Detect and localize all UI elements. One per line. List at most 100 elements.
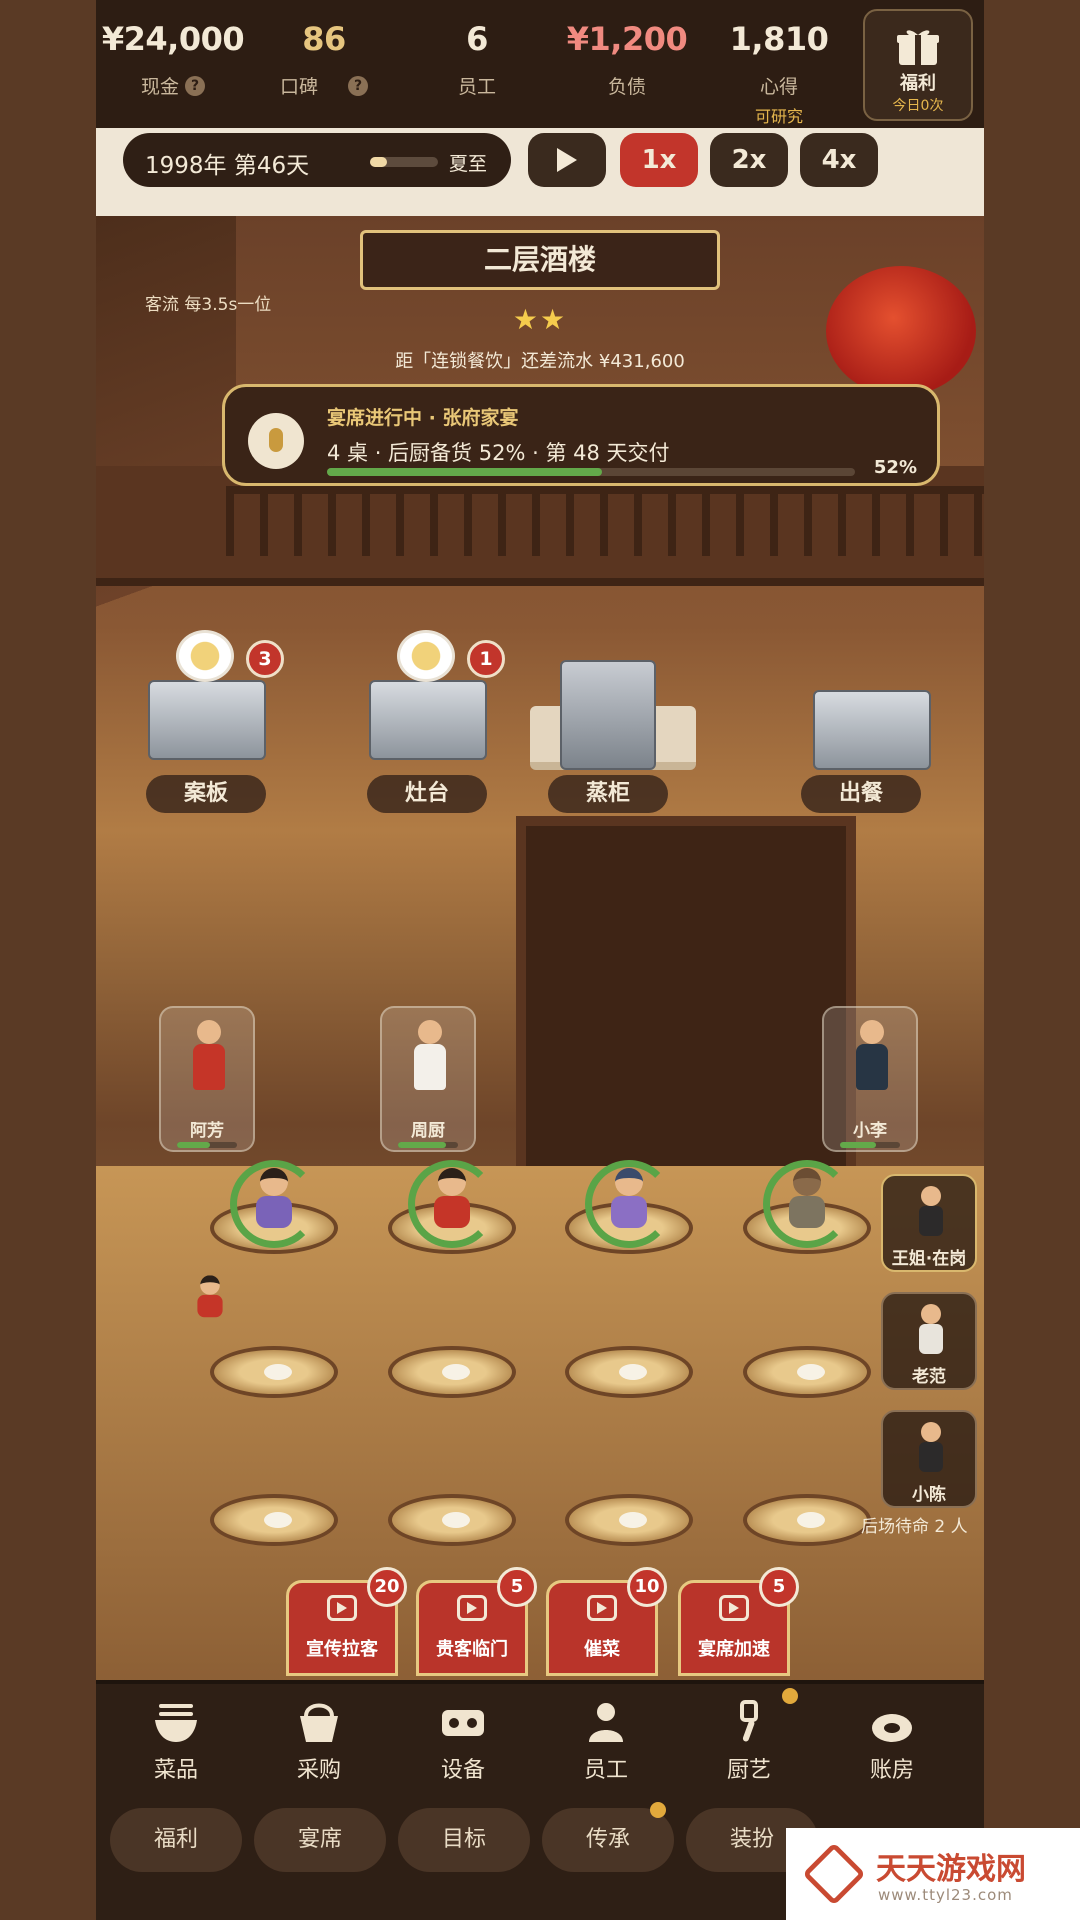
station-label: 灶台	[367, 775, 487, 813]
fried-rice-icon	[397, 630, 455, 682]
welfare-button[interactable]: 福利 今日0次	[863, 9, 973, 121]
stat-cash[interactable]: ¥24,000 现金?	[98, 20, 248, 99]
staff-card[interactable]: 周厨	[380, 1006, 476, 1152]
stat-value: 1,810	[729, 20, 829, 58]
waiting-guest[interactable]	[190, 1273, 229, 1322]
spatula-icon	[740, 1700, 758, 1742]
banquet-percent: 52%	[873, 457, 917, 478]
notification-dot	[650, 1802, 666, 1818]
speed-4x-button[interactable]: 4x	[800, 133, 878, 187]
nav-cooking-skill[interactable]: 厨艺	[689, 1700, 809, 1790]
station-cutting-board[interactable]: 3 案板	[136, 620, 284, 813]
side-staff-card[interactable]: 小陈	[881, 1410, 977, 1508]
boost-rush-button[interactable]: 催菜 10	[546, 1567, 667, 1676]
staff-name: 小陈	[912, 1485, 946, 1505]
banquet-progress-fill	[327, 468, 602, 476]
staff-card[interactable]: 小李	[822, 1006, 918, 1152]
banquet-progress	[327, 468, 855, 476]
stat-label: 心得	[759, 76, 798, 98]
boost-promote-button[interactable]: 宣传拉客 20	[286, 1567, 407, 1676]
serving-counter-icon	[813, 690, 931, 770]
speed-2x-button[interactable]: 2x	[710, 133, 788, 187]
staff-name: 老范	[912, 1367, 946, 1387]
stat-staff[interactable]: 6 员工	[402, 20, 552, 99]
tab-welfare[interactable]: 福利	[110, 1808, 242, 1872]
station-stove[interactable]: 1 灶台	[357, 620, 505, 813]
tab-goals[interactable]: 目标	[398, 1808, 530, 1872]
boost-count-badge: 10	[627, 1567, 667, 1607]
staff-card[interactable]: 阿芳	[159, 1006, 255, 1152]
staff-name: 小李	[853, 1121, 887, 1141]
empty-plate	[264, 1364, 292, 1380]
dining-table[interactable]	[743, 1494, 871, 1546]
site-watermark: 天天游戏网 www.ttyl23.com	[786, 1828, 1080, 1920]
backstage-count: 后场待命 2 人	[861, 1517, 968, 1537]
dining-table[interactable]	[210, 1494, 338, 1546]
tab-legacy[interactable]: 传承	[542, 1808, 674, 1872]
order-count-badge: 1	[467, 640, 505, 678]
dining-table[interactable]	[210, 1346, 338, 1398]
speed-1x-button[interactable]: 1x	[620, 133, 698, 187]
staff-energy-bar	[840, 1142, 900, 1148]
boost-banquet-button[interactable]: 宴席加速 5	[678, 1567, 799, 1676]
rating-stars: ★★	[512, 303, 568, 336]
money-bag-icon	[872, 1714, 912, 1742]
seated-guest[interactable]	[408, 1160, 496, 1248]
staff-energy-bar	[398, 1142, 458, 1148]
cutting-board-icon	[148, 680, 266, 760]
help-icon[interactable]: ?	[348, 75, 368, 96]
stat-value: ¥1,200	[566, 20, 688, 58]
chef-icon	[589, 1703, 623, 1742]
station-label: 蒸柜	[548, 775, 668, 813]
noodle-bowl-icon	[176, 630, 234, 682]
nav-label: 设备	[440, 1758, 485, 1783]
dining-table[interactable]	[565, 1494, 693, 1546]
staff-name: 周厨	[411, 1121, 445, 1141]
watermark-title: 天天游戏网	[876, 1852, 1026, 1887]
dining-table[interactable]	[565, 1346, 693, 1398]
staff-figure	[919, 1422, 943, 1472]
boost-count-badge: 5	[759, 1567, 799, 1607]
play-button[interactable]	[528, 133, 606, 187]
seated-guest[interactable]	[230, 1160, 318, 1248]
help-icon[interactable]: ?	[185, 75, 205, 96]
season-label: 夏至	[449, 153, 488, 175]
play-icon	[557, 148, 577, 172]
nav-staff[interactable]: 员工	[546, 1700, 666, 1790]
boost-label: 贵客临门	[436, 1639, 508, 1660]
dining-table[interactable]	[388, 1494, 516, 1546]
nav-equipment[interactable]: 设备	[403, 1700, 523, 1790]
day-progress-fill	[370, 157, 387, 167]
boost-label: 宴席加速	[698, 1639, 770, 1660]
nav-accounts[interactable]: 账房	[832, 1700, 952, 1790]
station-serving[interactable]: 出餐	[801, 620, 941, 813]
empty-plate	[264, 1512, 292, 1528]
staff-figure	[191, 1020, 227, 1106]
side-staff-card[interactable]: 王姐·在岗	[881, 1174, 977, 1272]
stat-insight[interactable]: 1,810 心得 可研究	[704, 20, 854, 127]
watermark-url: www.ttyl23.com	[878, 1886, 1013, 1904]
seated-guest[interactable]	[585, 1160, 673, 1248]
basket-icon	[300, 1703, 338, 1742]
boost-vip-button[interactable]: 贵客临门 5	[416, 1567, 537, 1676]
seated-guest[interactable]	[763, 1160, 851, 1248]
staff-energy-fill	[177, 1142, 210, 1148]
steamer-cabinet-icon	[560, 660, 656, 770]
day-progress	[370, 157, 438, 167]
station-steamer[interactable]: 蒸柜	[538, 620, 678, 813]
dining-table[interactable]	[743, 1346, 871, 1398]
welfare-label: 福利	[900, 73, 936, 94]
boost-count-badge: 20	[367, 1567, 407, 1607]
stat-value: ¥24,000	[101, 20, 245, 58]
staff-energy-fill	[398, 1142, 446, 1148]
tab-banquet[interactable]: 宴席	[254, 1808, 386, 1872]
dining-table[interactable]	[388, 1346, 516, 1398]
stat-debt[interactable]: ¥1,200 负债	[552, 20, 702, 99]
staff-figure	[854, 1020, 890, 1106]
nav-purchase[interactable]: 采购	[259, 1700, 379, 1790]
site-logo-icon	[802, 1842, 866, 1906]
banquet-card[interactable]: 宴席进行中 · 张府家宴 4 桌 · 后厨备货 52% · 第 48 天交付 5…	[222, 384, 940, 486]
stat-reputation[interactable]: 86 口碑?	[249, 20, 399, 99]
side-staff-card[interactable]: 老范	[881, 1292, 977, 1390]
nav-dishes[interactable]: 菜品	[116, 1700, 236, 1790]
